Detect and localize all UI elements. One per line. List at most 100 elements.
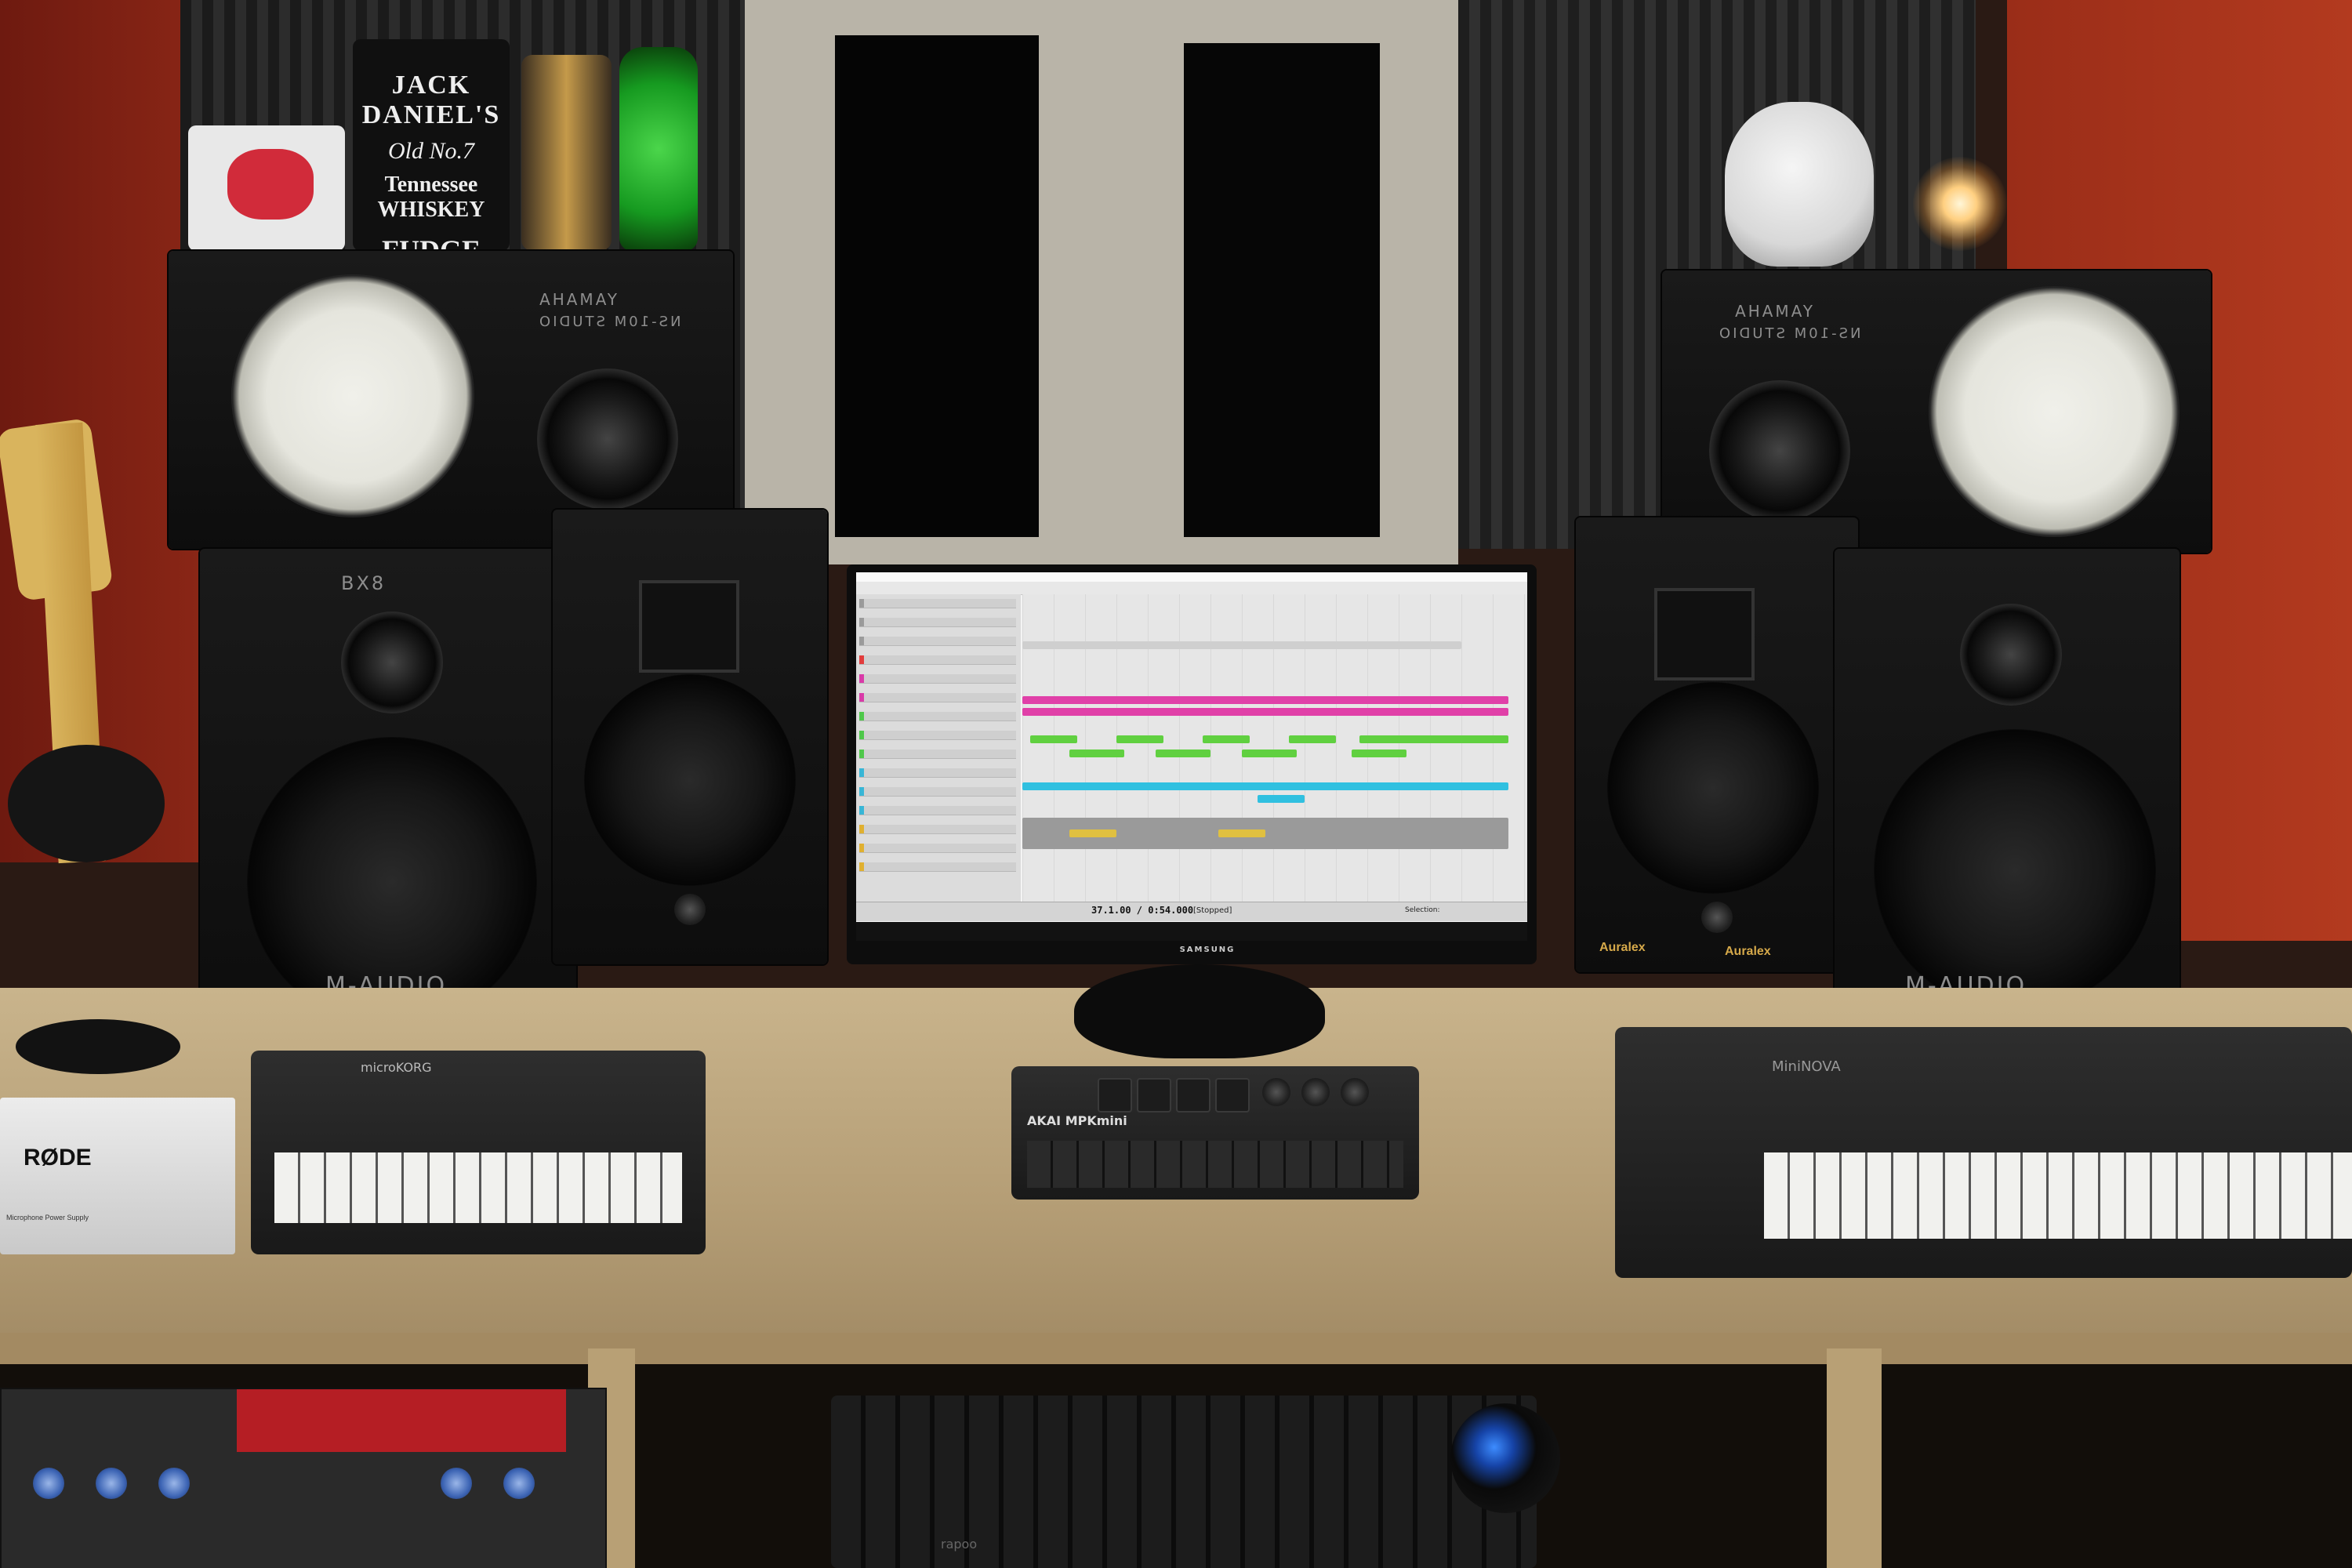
left-mid-speaker: BX8 M-AUDIO [200,549,576,1027]
microkorg-keys [274,1152,682,1223]
desk-lamp-shade [8,745,165,862]
wall-lamp-glow [1913,157,2007,251]
left-top-speaker: YAMAHA NS-10M STUDIO [169,251,733,549]
transport-state: [Stopped] [1193,906,1232,915]
right-top-model: NS-10M STUDIO [1717,325,1861,342]
daw-toolbar [856,582,1527,595]
left-monitor-volume-knob [674,894,706,925]
right-top-woofer [1929,286,2180,537]
lips-tin [188,125,345,251]
track-row[interactable] [859,862,1016,872]
track-row[interactable] [859,825,1016,834]
akai-mpk-mini: AKAI MPKmini [1011,1066,1419,1200]
door-glass-left [835,35,1039,537]
left-monitor-woofer [584,674,796,886]
track-row[interactable] [859,674,1016,684]
skull-ornament [1725,102,1874,267]
clip-green-6 [1069,750,1124,757]
microkorg-label: microKORG [361,1060,432,1075]
track-row[interactable] [859,750,1016,759]
mininova-label: MiniNOVA [1772,1058,1841,1075]
transport-time-readout: 37.1.00 / 0:54.000 [1091,905,1194,916]
door-glass-right [1184,43,1380,537]
right-mid-woofer [1874,729,2156,1011]
rack-knob-5 [503,1468,535,1499]
clip-green-9 [1352,750,1406,757]
clip-magenta-1 [1022,696,1508,704]
mininova-keys [1764,1152,2352,1239]
daw-arrange-view [1022,594,1527,902]
monitor-stand [1074,964,1325,1058]
clip-green-7 [1156,750,1210,757]
right-ribbon-tweeter [1654,588,1755,681]
right-studio-monitor: Auralex Auralex [1576,517,1858,972]
track-row[interactable] [859,731,1016,740]
right-monitor-volume-knob [1701,902,1733,933]
track-color-swatch [859,693,864,702]
clip-green-8 [1242,750,1297,757]
track-color-swatch [859,750,864,758]
tin-whiskey-label: Tennessee WHISKEY [377,172,485,222]
mpk-knob-3 [1341,1078,1369,1106]
clip-green-3 [1203,735,1250,743]
mpk-pad-1 [1098,1078,1132,1112]
mpk-knob-2 [1301,1078,1330,1106]
track-row[interactable] [859,844,1016,853]
left-top-tweeter [537,368,678,510]
left-top-woofer [231,274,474,517]
left-top-brand: YAMAHA [537,290,618,309]
track-color-swatch [859,731,864,739]
clip-green-2 [1116,735,1163,743]
mpk-keys [1027,1141,1403,1188]
right-monitor-woofer [1607,682,1819,894]
clip-green-4 [1289,735,1336,743]
track-row[interactable] [859,693,1016,702]
rack-knob-3 [158,1468,190,1499]
track-row[interactable] [859,655,1016,665]
track-row[interactable] [859,637,1016,646]
track-row[interactable] [859,806,1016,815]
novation-mininova: MiniNOVA [1615,1027,2352,1278]
left-studio-monitor [553,510,827,964]
rode-sub-label: Microphone Power Supply [6,1214,89,1221]
right-mid-speaker: M-AUDIO [1835,549,2180,1011]
microkorg-synth: microKORG [251,1051,706,1254]
track-row[interactable] [859,599,1016,608]
whiskey-tin: JACK DANIEL'S Old No.7 Tennessee WHISKEY… [353,39,510,266]
monitor-brand: SAMSUNG [1179,946,1236,954]
auralex-label-1: Auralex [1599,941,1646,954]
track-color-swatch [859,637,864,645]
tin-old-no7-label: Old No.7 [387,138,474,164]
track-row[interactable] [859,712,1016,721]
mpk-pad-3 [1176,1078,1210,1112]
track-row[interactable] [859,787,1016,797]
tin-brand-label: JACK DANIEL'S [361,71,501,129]
clip-yellow-1 [1069,829,1116,837]
clip-magenta-2 [1022,708,1508,716]
desk-lamp-base [16,1019,180,1074]
lips-logo [227,149,314,220]
beer-can [521,55,612,251]
right-top-speaker: YAMAHA NS-10M STUDIO [1662,270,2211,553]
track-row[interactable] [859,768,1016,778]
keyboard-brand: rapoo [941,1537,978,1552]
right-top-brand: YAMAHA [1733,302,1813,321]
selection-label: Selection: [1405,906,1440,914]
track-color-swatch [859,825,864,833]
track-color-swatch [859,806,864,815]
clip-green-1 [1030,735,1077,743]
clip-yellow-2 [1218,829,1265,837]
track-color-swatch [859,674,864,683]
computer-keyboard [831,1396,1537,1568]
track-color-swatch [859,655,864,664]
right-mid-tweeter [1960,604,2062,706]
track-row[interactable] [859,618,1016,627]
left-top-model: NS-10M STUDIO [537,314,681,330]
mpk-knob-1 [1262,1078,1290,1106]
clip-cyan-1 [1022,782,1508,790]
rack-knob-4 [441,1468,472,1499]
desk-front-edge [0,1333,2352,1364]
track-color-swatch [859,862,864,871]
track-color-swatch [859,599,864,608]
mpk-pad-4 [1215,1078,1250,1112]
